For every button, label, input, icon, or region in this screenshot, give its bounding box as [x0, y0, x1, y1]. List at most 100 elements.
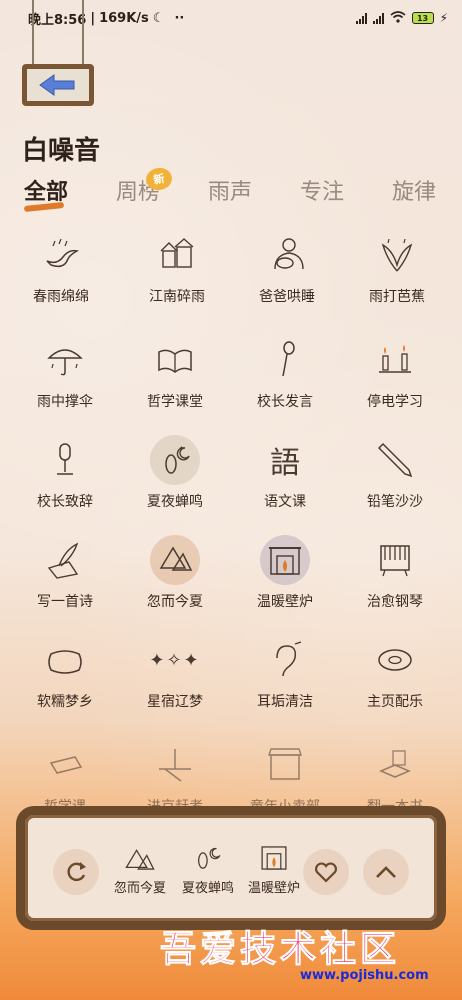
- sound-label: 耳垢清洁: [257, 694, 313, 710]
- refresh-icon: [67, 862, 86, 882]
- watermark-text: 吾爱技术社区: [159, 928, 401, 971]
- category-tabs: 全部 周榜 雨声 专注 旋律: [0, 174, 462, 214]
- chevron-up-icon: [376, 866, 396, 878]
- microphone-icon: [260, 335, 310, 385]
- sound-item[interactable]: 写一首诗: [10, 535, 120, 625]
- status-time: 晚上8:56: [28, 12, 87, 28]
- replay-button[interactable]: [53, 849, 99, 895]
- status-divider: |: [90, 10, 96, 26]
- favorite-button[interactable]: [303, 849, 349, 895]
- sound-label: 语文课: [264, 494, 306, 510]
- cicada-moon-icon: ✦: [150, 435, 200, 485]
- sound-item[interactable]: 温暖壁炉: [230, 535, 340, 625]
- watermark-url: www.pojishu.com: [300, 968, 429, 983]
- sound-item[interactable]: 耳垢清洁: [230, 635, 340, 725]
- sound-item[interactable]: 江南碎雨: [122, 230, 232, 320]
- sound-label: 夏夜蝉鸣: [147, 494, 203, 510]
- sound-label: 校长致辞: [37, 494, 93, 510]
- vinyl-icon: [370, 635, 420, 685]
- playing-item[interactable]: 温暖壁炉: [239, 843, 309, 896]
- watermelon-icon: [150, 535, 200, 585]
- playing-item[interactable]: 忽而今夏: [105, 843, 175, 896]
- road-icon: [150, 740, 200, 790]
- tab-rain[interactable]: 雨声: [208, 174, 252, 206]
- charging-icon: ⚡: [439, 11, 448, 25]
- mini-player: 忽而今夏 夏夜蝉鸣 温暖壁炉: [16, 806, 446, 930]
- banana-leaf-icon: [372, 230, 422, 280]
- sound-label: 铅笔沙沙: [367, 494, 423, 510]
- swallow-rain-icon: [36, 230, 86, 280]
- sound-label: 爸爸哄睡: [259, 289, 315, 305]
- watermelon-icon: [125, 849, 155, 870]
- cicada-moon-icon: [198, 847, 221, 869]
- sound-item[interactable]: 哲学课堂: [120, 335, 230, 425]
- sound-item[interactable]: 爸爸哄睡: [232, 230, 342, 320]
- sound-item[interactable]: 软糯梦乡: [10, 635, 120, 725]
- sound-item[interactable]: 主页配乐: [340, 635, 450, 725]
- sound-label: 雨中撑伞: [37, 394, 93, 410]
- signal-1-icon: [355, 12, 367, 24]
- moon-icon: ☾: [152, 10, 165, 26]
- sound-item[interactable]: 校长致辞: [10, 435, 120, 525]
- closed-book-icon: [40, 740, 90, 790]
- desk-mic-icon: [40, 435, 90, 485]
- quill-paper-icon: [40, 535, 90, 585]
- sound-label: 软糯梦乡: [37, 694, 93, 710]
- shop-icon: [260, 740, 310, 790]
- tab-focus[interactable]: 专注: [300, 174, 344, 206]
- chinese-char-icon: 語: [270, 446, 300, 481]
- sound-label: 春雨绵绵: [33, 289, 89, 305]
- sound-item[interactable]: 忽而今夏: [120, 535, 230, 625]
- pillow-icon: [40, 635, 90, 685]
- pencil-icon: [370, 435, 420, 485]
- sound-label: 写一首诗: [37, 594, 93, 610]
- sound-item[interactable]: 铅笔沙沙: [340, 435, 450, 525]
- sound-item[interactable]: ✦ 夏夜蝉鸣: [120, 435, 230, 525]
- back-arrow-icon: [39, 74, 75, 96]
- more-dots-icon: ··: [174, 10, 185, 26]
- sound-item[interactable]: 治愈钢琴: [340, 535, 450, 625]
- town-rain-icon: [152, 230, 202, 280]
- heart-icon: [315, 862, 337, 883]
- fireplace-icon: [260, 535, 310, 585]
- reading-book-icon: [370, 740, 420, 790]
- sound-label: 忽而今夏: [147, 594, 203, 610]
- piano-icon: [370, 535, 420, 585]
- back-button[interactable]: [22, 64, 94, 106]
- sound-label: 雨打芭蕉: [369, 289, 425, 305]
- sound-item[interactable]: 校长发言: [230, 335, 340, 425]
- sound-label: 星宿辽梦: [147, 694, 203, 710]
- stars-icon: ✦✧✦: [149, 649, 201, 671]
- sound-label: 江南碎雨: [149, 289, 205, 305]
- playing-item[interactable]: 夏夜蝉鸣: [173, 843, 243, 896]
- wifi-icon: [390, 10, 406, 26]
- expand-button[interactable]: [363, 849, 409, 895]
- umbrella-icon: [40, 335, 90, 385]
- sound-label: 哲学课堂: [147, 394, 203, 410]
- sound-label: 温暖壁炉: [257, 594, 313, 610]
- signal-2-icon: [372, 12, 384, 24]
- sign-rope-left: [32, 0, 34, 68]
- father-baby-icon: [262, 230, 312, 280]
- sound-item[interactable]: ✦✧✦ 星宿辽梦: [120, 635, 230, 725]
- sound-label: 校长发言: [257, 394, 313, 410]
- sound-label: 停电学习: [367, 394, 423, 410]
- open-book-icon: [150, 335, 200, 385]
- sound-item[interactable]: 雨中撑伞: [10, 335, 120, 425]
- playing-label: 温暖壁炉: [247, 881, 300, 896]
- sound-item[interactable]: 雨打芭蕉: [342, 230, 452, 320]
- network-speed: 169K/s: [99, 10, 149, 26]
- sound-label: 治愈钢琴: [367, 594, 423, 610]
- battery-icon: 13: [411, 12, 434, 24]
- sound-item[interactable]: 停电学习: [340, 335, 450, 425]
- playing-label: 忽而今夏: [113, 881, 166, 896]
- playing-label: 夏夜蝉鸣: [181, 881, 234, 896]
- sound-label: 主页配乐: [367, 694, 423, 710]
- fireplace-icon: [261, 846, 287, 870]
- ear-icon: [260, 635, 310, 685]
- tab-melody[interactable]: 旋律: [392, 174, 436, 206]
- sound-item[interactable]: 語 语文课: [230, 435, 340, 525]
- sound-item[interactable]: 春雨绵绵: [6, 230, 116, 320]
- status-bar: 晚上8:56 | 169K/s ☾ ·· 13 ⚡: [0, 0, 462, 36]
- candles-icon: [370, 335, 420, 385]
